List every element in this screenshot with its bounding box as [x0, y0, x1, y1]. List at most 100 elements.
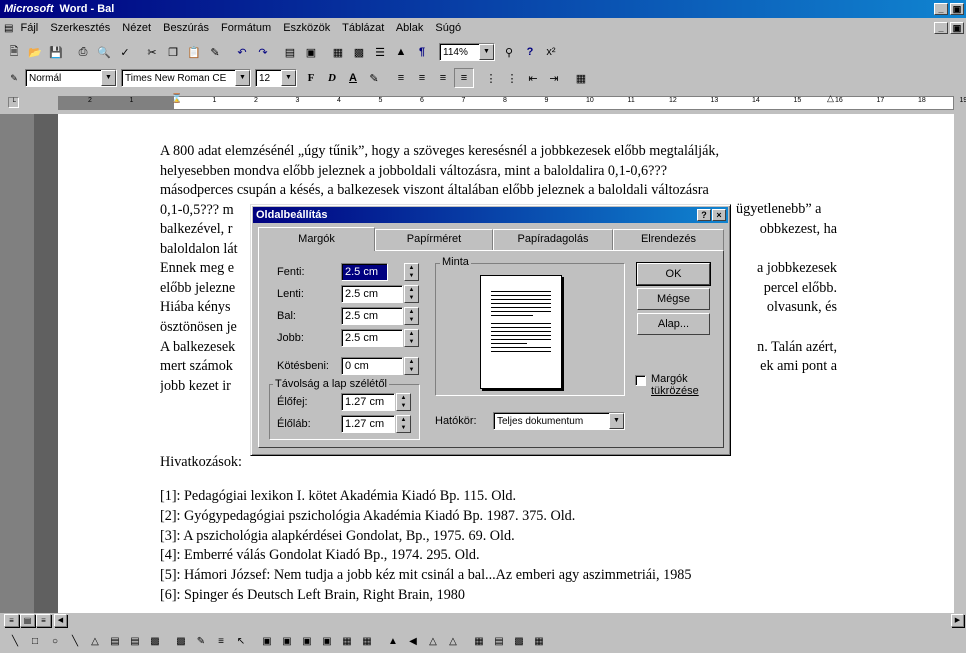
format-painter-icon[interactable]: ✎	[205, 42, 225, 62]
style-icon[interactable]: ✎	[4, 68, 24, 88]
chevron-down-icon[interactable]: ▼	[101, 70, 116, 86]
insert-address-icon[interactable]: ▣	[301, 42, 321, 62]
minimize-button[interactable]: _	[934, 3, 948, 15]
restore-button[interactable]: ▣	[950, 3, 964, 15]
new-icon[interactable]: 🗎	[4, 42, 24, 62]
reshape-icon[interactable]: △	[444, 632, 462, 650]
bold-button[interactable]: F	[301, 68, 321, 88]
bottom-margin-spinner[interactable]: ▲ ▼	[404, 285, 419, 303]
line-color-icon[interactable]: ✎	[192, 632, 210, 650]
highlight-icon[interactable]: ✎	[364, 68, 384, 88]
tab-margins[interactable]: Margók	[258, 227, 375, 251]
menu-insert[interactable]: Beszúrás	[163, 22, 209, 34]
indent-marker-icon[interactable]: ⌛	[171, 93, 182, 104]
front-of-text-icon[interactable]: ▣	[298, 632, 316, 650]
right-margin-spinner[interactable]: ▲ ▼	[404, 329, 419, 347]
print-icon[interactable]: ⎙	[73, 42, 93, 62]
justify-icon[interactable]: ≡	[454, 68, 474, 88]
vertical-scrollbar[interactable]	[954, 114, 966, 613]
right-margin-input[interactable]: 2.5 cm	[341, 329, 403, 347]
align-left-icon[interactable]: ≡	[391, 68, 411, 88]
drawing-icon[interactable]: ▲	[391, 42, 411, 62]
menu-file[interactable]: Fájl	[21, 22, 39, 34]
create-picture-icon[interactable]: ▩	[510, 632, 528, 650]
rotate-icon[interactable]: △	[424, 632, 442, 650]
align-center-icon[interactable]: ≡	[412, 68, 432, 88]
menu-view[interactable]: Nézet	[122, 22, 151, 34]
snap-grid-icon[interactable]: ▦	[470, 632, 488, 650]
bottom-margin-input[interactable]: 2.5 cm	[341, 285, 403, 303]
zoom-select[interactable]: 114% ▼	[439, 43, 495, 61]
flip-horizontal-icon[interactable]: ▲	[384, 632, 402, 650]
tab-paper-size[interactable]: Papírméret	[375, 229, 493, 250]
ok-button[interactable]: OK	[637, 263, 710, 285]
rectangle-icon[interactable]: □	[26, 632, 44, 650]
callout-icon[interactable]: ▤	[126, 632, 144, 650]
bullets-icon[interactable]: ⋮	[502, 68, 522, 88]
insert-table-icon[interactable]: ▦	[328, 42, 348, 62]
default-button[interactable]: Alap...	[637, 313, 710, 335]
style-select[interactable]: Normál ▼	[25, 69, 117, 87]
align-right-icon[interactable]: ≡	[433, 68, 453, 88]
bring-front-icon[interactable]: ▣	[258, 632, 276, 650]
numbering-icon[interactable]: ⋮	[481, 68, 501, 88]
menu-table[interactable]: Táblázat	[342, 22, 384, 34]
tab-paper-source[interactable]: Papíradagolás	[493, 229, 613, 250]
gutter-spinner[interactable]: ▲ ▼	[404, 357, 419, 375]
chevron-down-icon[interactable]: ▼	[479, 44, 494, 60]
text-box-icon[interactable]: ▤	[106, 632, 124, 650]
borders-icon[interactable]: ▦	[571, 68, 591, 88]
insert-excel-icon[interactable]: ▩	[349, 42, 369, 62]
tab-layout[interactable]: Elrendezés	[613, 229, 724, 250]
copy-icon[interactable]: ❐	[163, 42, 183, 62]
apply-to-select[interactable]: Teljes dokumentum ▼	[493, 412, 625, 430]
menu-format[interactable]: Formátum	[221, 22, 271, 34]
show-formatting-icon[interactable]: ¶	[412, 42, 432, 62]
paste-icon[interactable]: 📋	[184, 42, 204, 62]
insert-frame-icon[interactable]: ▦	[530, 632, 548, 650]
columns-icon[interactable]: ☰	[370, 42, 390, 62]
footer-input[interactable]: 1.27 cm	[341, 415, 395, 433]
flip-vertical-icon[interactable]: ◀	[404, 632, 422, 650]
left-margin-spinner[interactable]: ▲ ▼	[404, 307, 419, 325]
chevron-down-icon[interactable]: ▼	[281, 70, 296, 86]
format-callout-icon[interactable]: ▩	[146, 632, 164, 650]
outline-view-icon[interactable]: ≡	[36, 614, 51, 627]
menu-window[interactable]: Ablak	[396, 22, 424, 34]
print-preview-icon[interactable]: 🔍	[94, 42, 114, 62]
left-margin-input[interactable]: 2.5 cm	[341, 307, 403, 325]
autoformat-icon[interactable]: ▤	[280, 42, 300, 62]
superscript-icon[interactable]: x²	[541, 42, 561, 62]
scroll-left-icon[interactable]: ◀	[54, 614, 67, 627]
behind-text-icon[interactable]: ▣	[318, 632, 336, 650]
menu-edit[interactable]: Szerkesztés	[50, 22, 110, 34]
spelling-icon[interactable]: ✓	[115, 42, 135, 62]
help-pointer-icon[interactable]: ?	[520, 42, 540, 62]
cancel-button[interactable]: Mégse	[637, 288, 710, 310]
chevron-down-icon[interactable]: ▼	[609, 413, 624, 429]
line-style-icon[interactable]: ≡	[212, 632, 230, 650]
align-drawing-icon[interactable]: ▤	[490, 632, 508, 650]
undo-icon[interactable]: ↶	[232, 42, 252, 62]
font-select[interactable]: Times New Roman CE ▼	[121, 69, 251, 87]
dialog-help-button[interactable]: ?	[697, 209, 711, 221]
group-icon[interactable]: ▦	[338, 632, 356, 650]
ungroup-icon[interactable]: ▦	[358, 632, 376, 650]
tipwizard-icon[interactable]: ⚲	[499, 42, 519, 62]
scroll-right-icon[interactable]: ▶	[951, 614, 964, 627]
right-indent-marker-icon[interactable]: △	[827, 93, 834, 104]
header-input[interactable]: 1.27 cm	[341, 393, 395, 411]
arc-icon[interactable]: ╲	[66, 632, 84, 650]
word-doc-icon[interactable]: ▤	[4, 23, 13, 34]
top-margin-spinner[interactable]: ▲ ▼	[404, 263, 419, 281]
header-spinner[interactable]: ▲ ▼	[396, 393, 411, 411]
normal-view-icon[interactable]: ≡	[4, 614, 19, 627]
horizontal-scrollbar[interactable]: ≡ ▤ ≡ ◀ ▶	[0, 613, 966, 629]
font-size-select[interactable]: 12 ▼	[255, 69, 297, 87]
menu-help[interactable]: Súgó	[435, 22, 461, 34]
chevron-down-icon[interactable]: ▼	[235, 70, 250, 86]
horizontal-ruler[interactable]: └ 2 1 1 2 3 4 5 6 7 8 9 10 11 12 13 14 15 16 17 18 19 ⌛ △	[0, 92, 966, 114]
underline-button[interactable]: A	[343, 68, 363, 88]
line-icon[interactable]: ╲	[6, 632, 24, 650]
fill-color-icon[interactable]: ▩	[172, 632, 190, 650]
